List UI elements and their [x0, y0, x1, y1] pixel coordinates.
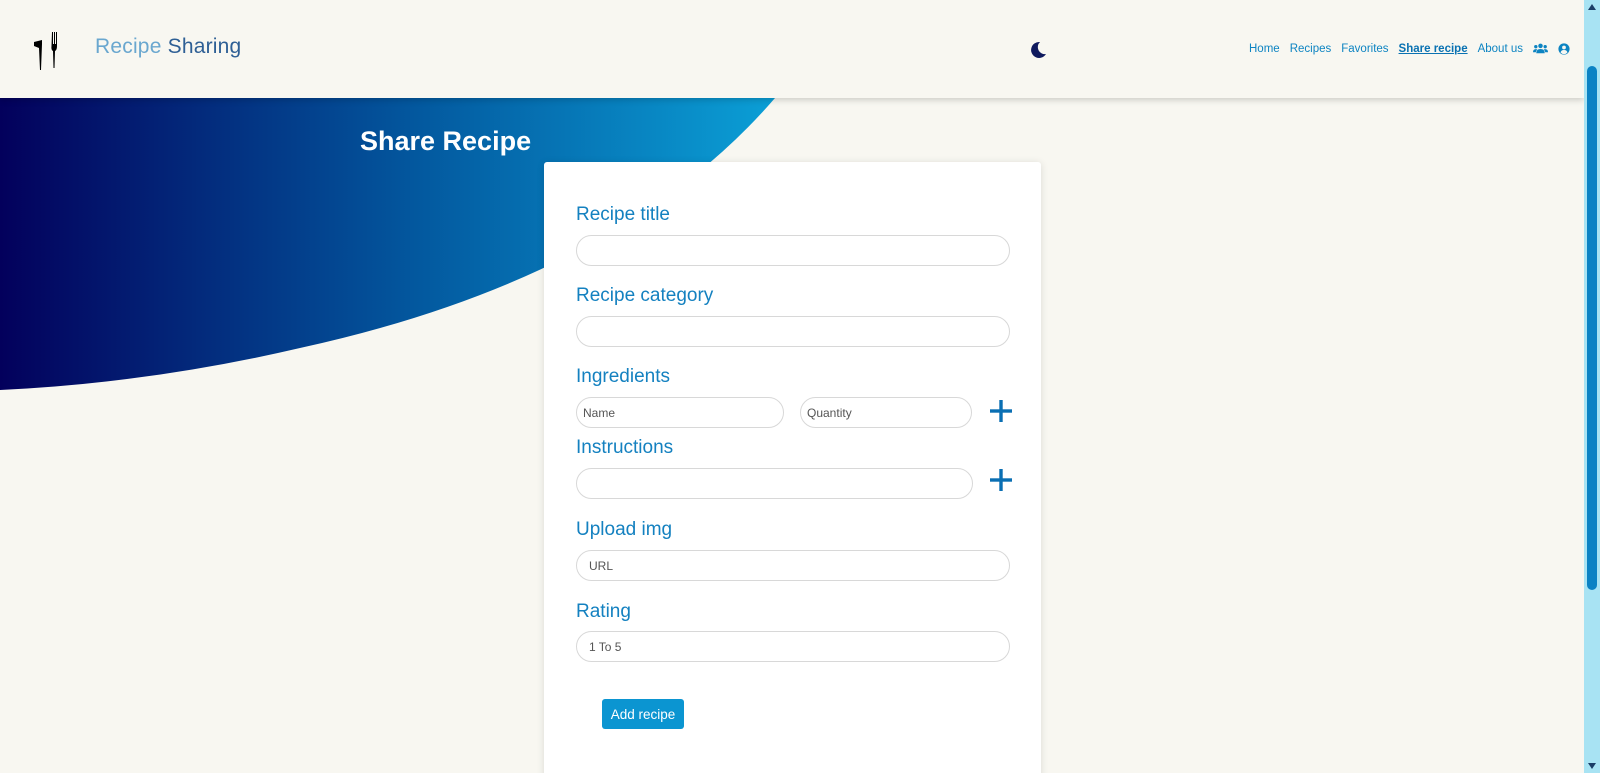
- add-ingredient-plus-icon[interactable]: [988, 398, 1014, 424]
- image-url-input[interactable]: [576, 550, 1010, 581]
- brand-part-1: Recipe: [95, 35, 162, 58]
- page-title: Share Recipe: [360, 126, 532, 156]
- recipe-category-input[interactable]: [576, 316, 1010, 347]
- brand-part-2: Sharing: [167, 35, 242, 58]
- fork-knife-logo-icon[interactable]: [32, 30, 64, 72]
- ingredient-quantity-input[interactable]: [800, 397, 972, 428]
- top-navbar: Recipe Sharing Home Recipes Favorites Sh…: [0, 0, 1584, 98]
- instructions-input[interactable]: [576, 468, 973, 499]
- instructions-label: Instructions: [576, 437, 674, 458]
- nav-favorites[interactable]: Favorites: [1341, 43, 1388, 55]
- scroll-down-arrow-icon[interactable]: [1588, 763, 1596, 769]
- add-recipe-button[interactable]: Add recipe: [602, 699, 684, 729]
- rating-input[interactable]: [576, 631, 1010, 662]
- rating-label: Rating: [576, 601, 631, 622]
- nav-menu: Home Recipes Favorites Share recipe Abou…: [1249, 42, 1570, 55]
- user-circle-icon[interactable]: [1558, 42, 1570, 55]
- nav-share-recipe[interactable]: Share recipe: [1399, 43, 1468, 55]
- recipe-title-input[interactable]: [576, 235, 1010, 266]
- ingredients-label: Ingredients: [576, 366, 671, 387]
- upload-img-label: Upload img: [576, 519, 673, 540]
- scroll-up-arrow-icon[interactable]: [1588, 4, 1596, 10]
- share-recipe-form: Recipe title Recipe category Ingredients…: [544, 162, 1041, 773]
- brand-title[interactable]: Recipe Sharing: [95, 35, 241, 59]
- add-instruction-plus-icon[interactable]: [988, 467, 1014, 493]
- nav-recipes[interactable]: Recipes: [1290, 43, 1332, 55]
- scrollbar-thumb[interactable]: [1587, 66, 1597, 590]
- nav-home[interactable]: Home: [1249, 43, 1280, 55]
- page-scrollbar[interactable]: [1584, 0, 1600, 773]
- moon-icon[interactable]: [1028, 40, 1048, 60]
- ingredient-name-input[interactable]: [576, 397, 784, 428]
- nav-about-us[interactable]: About us: [1478, 43, 1523, 55]
- recipe-title-label: Recipe title: [576, 204, 670, 225]
- users-icon[interactable]: [1533, 42, 1548, 55]
- recipe-category-label: Recipe category: [576, 285, 714, 306]
